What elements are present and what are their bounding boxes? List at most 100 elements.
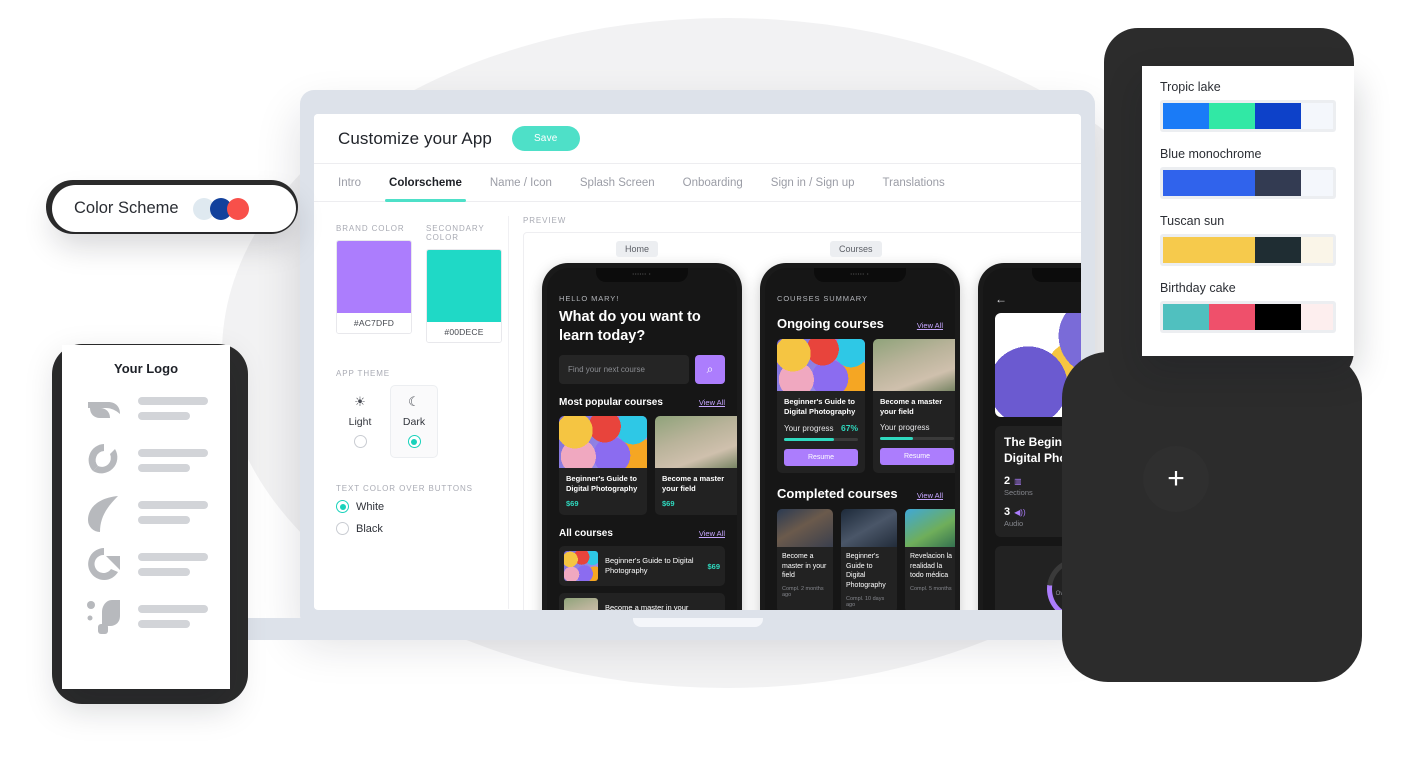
logo-placeholder-lines [138, 604, 208, 628]
list-item[interactable]: Become a master in your field $89 [559, 593, 725, 610]
color-scheme-list-panel: Tropic lake Blue monochrome Tuscan sun B… [1142, 66, 1354, 356]
course-thumbnail [655, 416, 737, 469]
brand-color-picker[interactable]: #AC7DFD [336, 240, 412, 334]
phone-preview-courses: •••••• • COURSES SUMMARY Ongoing courses… [760, 263, 960, 610]
phone-previews: •••••• • HELLO MARY! What do you want to… [524, 263, 1081, 610]
list-item[interactable] [62, 376, 230, 428]
scheme-color [1254, 103, 1301, 129]
tab-name-icon[interactable]: Name / Icon [476, 164, 566, 201]
course-thumbnail [564, 551, 598, 582]
list-item[interactable] [62, 428, 230, 480]
tab-splash-screen[interactable]: Splash Screen [566, 164, 669, 201]
logo-panel: Your Logo [62, 345, 230, 689]
view-all-ongoing[interactable]: View All [917, 321, 943, 330]
moon-icon: ☾ [408, 394, 420, 409]
secondary-color-picker[interactable]: #00DECE [426, 249, 502, 343]
scheme-color [1300, 170, 1333, 196]
page-title: Customize your App [338, 128, 492, 148]
view-all-courses[interactable]: View All [699, 529, 725, 538]
view-all-completed[interactable]: View All [917, 491, 943, 500]
scheme-name: Birthday cake [1160, 281, 1236, 295]
text-color-option-black[interactable]: Black [336, 522, 502, 535]
scheme-color [1208, 103, 1255, 129]
resume-button[interactable]: Resume [880, 447, 954, 465]
theme-dark-label: Dark [402, 416, 426, 428]
preview-label: PREVIEW [523, 216, 567, 225]
text-color-white-radio[interactable] [336, 500, 349, 513]
theme-light-label: Light [348, 416, 372, 428]
scheme-item-birthday-cake[interactable]: Birthday cake [1160, 281, 1336, 333]
completion-meta: Compl. 2 months ago [782, 586, 824, 599]
text-color-white-label: White [356, 500, 385, 513]
save-button[interactable]: Save [511, 126, 580, 151]
laptop-base [228, 618, 1168, 640]
course-thumbnail [873, 339, 955, 391]
color-scheme-badge[interactable]: Color Scheme [52, 185, 296, 232]
view-all-popular[interactable]: View All [699, 398, 725, 407]
preview-frame: Home Courses •••••• • HELLO MARY! What d… [523, 232, 1081, 610]
list-item[interactable] [62, 532, 230, 584]
leaf-logo-icon [88, 496, 118, 532]
text-color-section: TEXT COLOR OVER BUTTONS White Black [336, 484, 502, 535]
course-card[interactable]: Become a master your field $69 [655, 416, 737, 516]
swirl-arrow-logo-icon [88, 548, 120, 580]
text-color-label: TEXT COLOR OVER BUTTONS [336, 484, 473, 493]
course-title: Become a master your field [662, 474, 725, 494]
search-icon[interactable]: ⌕ [695, 355, 725, 385]
app-theme-section: APP THEME ☀ Light ☾ Dark [336, 369, 502, 458]
scheme-item-tuscan-sun[interactable]: Tuscan sun [1160, 214, 1336, 266]
add-button[interactable]: + [1143, 446, 1209, 512]
search-input[interactable]: Find your next course [559, 355, 689, 385]
scheme-color [1163, 103, 1209, 129]
completed-course-card[interactable]: Revelacion la realidad la todo médica Co… [905, 508, 955, 610]
tab-sign-in-sign-up[interactable]: Sign in / Sign up [757, 164, 869, 201]
section-title-all: All courses [559, 528, 613, 540]
leaf-arrow-logo-icon [88, 402, 120, 418]
ongoing-course-card[interactable]: Beginner's Guide to Digital Photography … [777, 339, 865, 473]
scheme-color [1254, 237, 1301, 263]
logo-placeholder-lines [138, 448, 208, 472]
color-scheme-dots [192, 197, 249, 220]
preview-pill-courses: Courses [830, 241, 882, 257]
scheme-item-blue-monochrome[interactable]: Blue monochrome [1160, 147, 1336, 199]
dots-leaf-logo-icon [87, 600, 120, 634]
tab-onboarding[interactable]: Onboarding [669, 164, 757, 201]
scheme-item-tropic-lake[interactable]: Tropic lake [1160, 80, 1336, 132]
resume-button[interactable]: Resume [784, 448, 858, 466]
brand-color-hex: #AC7DFD [337, 313, 411, 333]
ongoing-course-card[interactable]: Become a master your field Your progress [873, 339, 955, 473]
course-title: Beginner's Guide to Digital Photography [846, 552, 886, 590]
section-title-ongoing: Ongoing courses [777, 316, 884, 331]
app-header: Customize your App Save [314, 114, 1081, 164]
theme-dark-radio[interactable] [407, 435, 421, 448]
scheme-swatch-bar [1160, 167, 1336, 199]
tab-translations[interactable]: Translations [869, 164, 959, 201]
status-bar: •••••• • [850, 271, 870, 276]
theme-light-radio[interactable] [353, 435, 367, 448]
scheme-swatch-bar [1160, 234, 1336, 266]
circle-segments-logo-icon [88, 444, 118, 474]
course-title: Become a master in your field [605, 603, 689, 610]
back-arrow-icon[interactable]: ← [995, 292, 1081, 306]
audio-icon: ◀)) [1014, 507, 1026, 517]
list-item[interactable]: Beginner's Guide to Digital Photography … [559, 546, 725, 587]
tab-colorscheme[interactable]: Colorscheme [375, 164, 476, 202]
theme-option-dark[interactable]: ☾ Dark [390, 385, 438, 458]
course-thumbnail [777, 508, 833, 547]
completed-course-card[interactable]: Beginner's Guide to Digital Photography … [841, 508, 897, 610]
list-item[interactable] [62, 480, 230, 532]
theme-option-light[interactable]: ☀ Light [336, 385, 384, 458]
scheme-name: Tuscan sun [1160, 214, 1225, 228]
course-title: Beginner's Guide to Digital Photography [605, 556, 694, 576]
text-color-black-radio[interactable] [336, 522, 349, 535]
list-item[interactable] [62, 584, 230, 636]
scheme-name: Tropic lake [1160, 80, 1221, 94]
completed-course-card[interactable]: Become a master in your field Compl. 2 m… [777, 508, 833, 610]
scheme-color [1254, 304, 1301, 330]
tab-intro[interactable]: Intro [338, 164, 375, 201]
text-color-black-label: Black [356, 522, 383, 535]
text-color-option-white[interactable]: White [336, 500, 502, 513]
course-card[interactable]: Beginner's Guide to Digital Photography … [559, 416, 647, 516]
preview-panel: PREVIEW Home Courses •••••• • HELLO MARY… [508, 216, 1081, 610]
course-thumbnail [841, 508, 897, 547]
